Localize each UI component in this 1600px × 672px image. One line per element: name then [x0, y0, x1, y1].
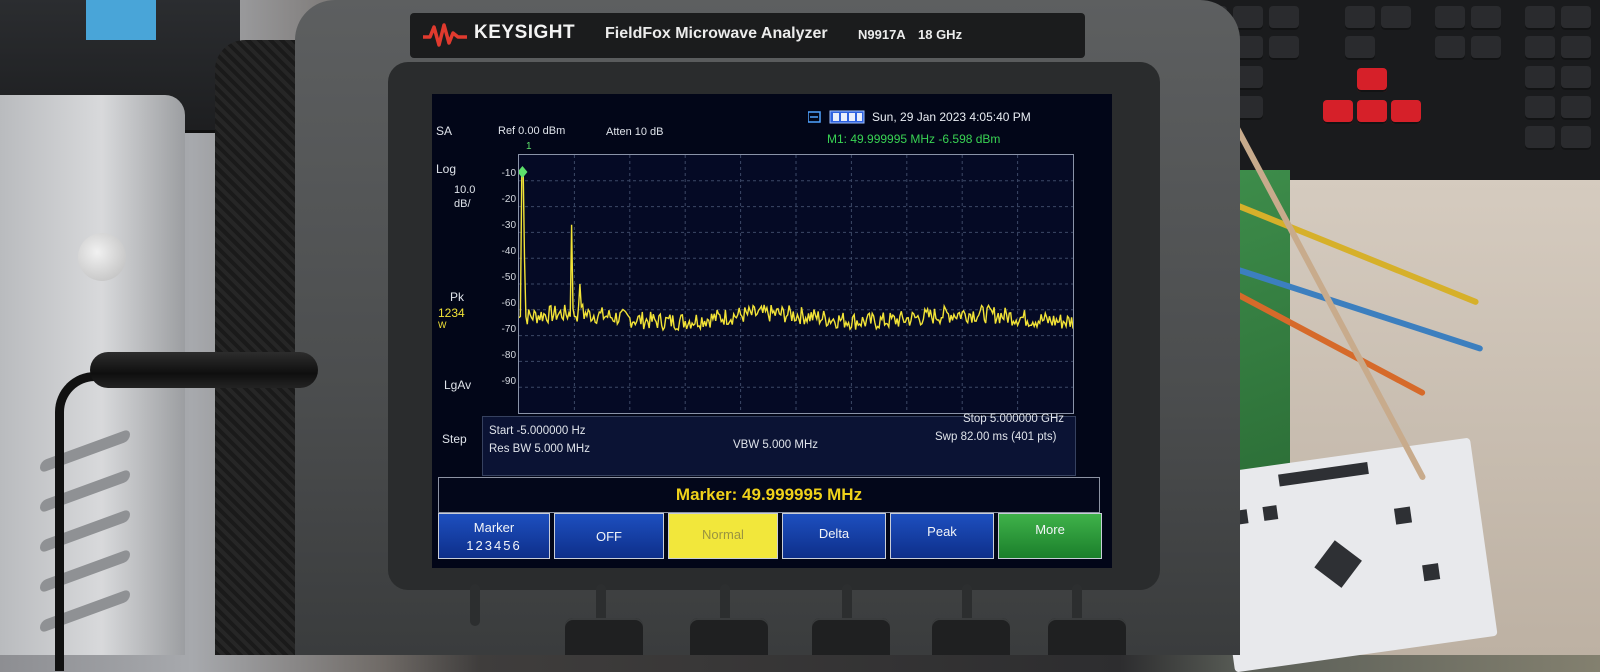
- spectrum-plot: [517, 154, 1074, 414]
- marker-banner-text: Marker: 49.999995 MHz: [675, 485, 863, 504]
- y-tick-label: -90: [501, 376, 516, 387]
- cable-plug: [90, 352, 318, 388]
- scale-type: Log: [436, 162, 457, 176]
- video-bandwidth: VBW 5.000 MHz: [733, 439, 818, 451]
- averaging-label: LgAv: [444, 378, 472, 392]
- softkey-marker[interactable]: Marker 123456: [438, 513, 550, 559]
- y-tick-label: -20: [501, 194, 516, 205]
- product-title: FieldFox Microwave Analyzer: [605, 25, 828, 42]
- reference-level: Ref 0.00 dBm: [498, 125, 566, 137]
- softkey-label: More: [1035, 522, 1065, 537]
- y-tick-label: -80: [501, 350, 516, 361]
- scale-unit: dB/: [454, 198, 471, 210]
- softkey-label: Delta: [818, 526, 850, 541]
- softkey-off[interactable]: OFF: [554, 513, 664, 559]
- brand-bar: KEYSIGHT FieldFox Microwave Analyzer N99…: [410, 13, 1085, 58]
- y-tick-label: -50: [501, 272, 516, 283]
- stop-frequency: Stop 5.000000 GHz: [963, 413, 1065, 425]
- stand-knob: [78, 233, 126, 281]
- box-label-sticker: [86, 0, 156, 40]
- attenuation: Atten 10 dB: [606, 126, 664, 138]
- hardware-softkey-button[interactable]: [932, 618, 1010, 655]
- softkey-peak[interactable]: Peak: [890, 513, 994, 559]
- softkey-label: Normal: [702, 527, 744, 542]
- y-tick-label: -40: [501, 246, 516, 257]
- status-icons: [808, 110, 865, 124]
- softkey-marker-numbers: 123456: [466, 538, 522, 553]
- resolution-bandwidth: Res BW 5.000 MHz: [489, 443, 590, 455]
- marker-number-label: 1: [526, 141, 532, 152]
- softkey-label: Peak: [927, 524, 957, 539]
- hardware-softkey-button[interactable]: [812, 618, 890, 655]
- y-tick-label: -70: [501, 324, 516, 335]
- analyzer-screen: SA Ref 0.00 dBm Atten 10 dB Sun, 29 Jan …: [432, 94, 1112, 568]
- model-number: N9917A: [858, 27, 906, 42]
- brand-name: KEYSIGHT: [474, 22, 576, 43]
- hardware-softkey-button[interactable]: [565, 618, 643, 655]
- start-frequency: Start -5.000000 Hz: [489, 425, 586, 437]
- y-tick-label: -30: [501, 220, 516, 231]
- softkey-label: OFF: [596, 529, 622, 544]
- spectrum-trace-svg: [517, 155, 1074, 413]
- sweep-info-panel: Start -5.000000 Hz Res BW 5.000 MHz VBW …: [482, 413, 1076, 476]
- mode-label: SA: [436, 124, 453, 138]
- step-label: Step: [442, 432, 467, 446]
- marker-readout: M1: 49.999995 MHz -6.598 dBm: [827, 132, 1001, 146]
- scale-value: 10.0: [454, 184, 476, 196]
- softkey-more[interactable]: More: [998, 513, 1102, 559]
- detector-trace-mode: W: [438, 320, 447, 330]
- date-time: Sun, 29 Jan 2023 4:05:40 PM: [872, 110, 1031, 124]
- hardware-softkey-button[interactable]: [1048, 618, 1126, 655]
- softkey-label: Marker: [473, 520, 515, 535]
- softkey-normal[interactable]: Normal: [668, 513, 778, 559]
- hardware-softkey-button[interactable]: [690, 618, 768, 655]
- y-tick-label: -10: [501, 168, 516, 179]
- detector-label: Pk: [450, 290, 465, 304]
- marker-banner: Marker: 49.999995 MHz: [438, 477, 1100, 513]
- cable-wire: [55, 372, 109, 671]
- max-frequency: 18 GHz: [918, 27, 963, 42]
- y-tick-label: -60: [501, 298, 516, 309]
- sweep-time: Swp 82.00 ms (401 pts): [935, 431, 1057, 443]
- detector-trace-digits: 1234: [438, 306, 465, 320]
- marker-diamond[interactable]: [517, 166, 528, 179]
- background-white-pcb: [1207, 437, 1498, 672]
- softkey-hardware-tick: [470, 584, 480, 626]
- keysight-wave-icon: [423, 23, 467, 47]
- softkey-delta[interactable]: Delta: [782, 513, 886, 559]
